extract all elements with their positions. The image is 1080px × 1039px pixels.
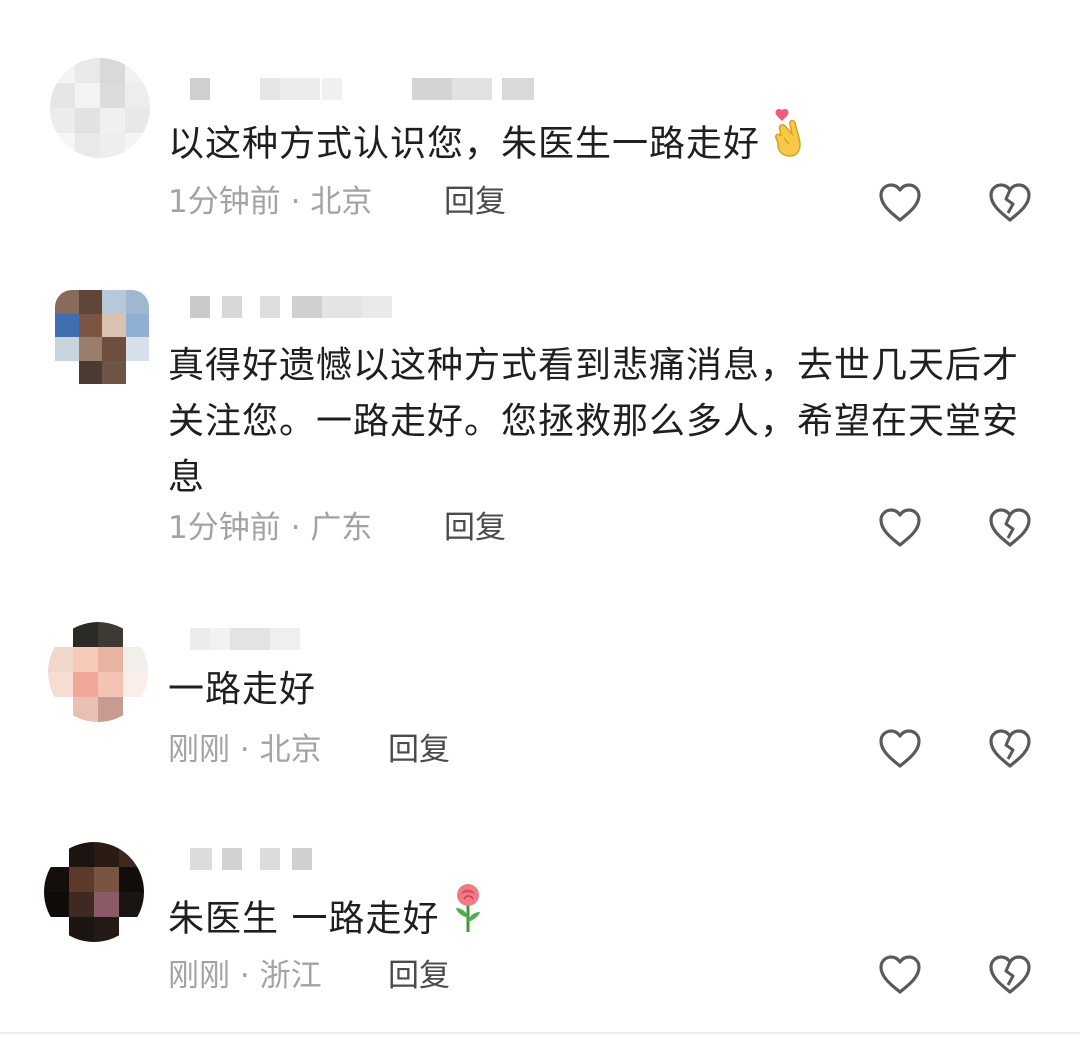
avatar[interactable] [55, 290, 149, 384]
broken-heart-outline-icon[interactable] [987, 180, 1033, 226]
broken-heart-outline-icon[interactable] [987, 952, 1033, 998]
avatar[interactable] [48, 622, 148, 722]
meta-separator: · [290, 184, 301, 220]
comment-text-content: 朱医生 一路走好 [168, 898, 440, 940]
comment-location: 广东 [310, 510, 373, 546]
comment-list: 以这种方式认识您，朱医生一路走好 1分钟前 · 北京 回复 真得好遗憾以这种方式… [0, 0, 1080, 1039]
comment-meta: 1分钟前 · 广东 [168, 506, 372, 550]
username-blurred[interactable] [182, 290, 542, 324]
meta-separator: · [239, 958, 250, 994]
heart-outline-icon[interactable] [877, 952, 923, 998]
comment-meta: 1分钟前 · 北京 [168, 180, 372, 224]
comment-text-content: 以这种方式认识您，朱医生一路走好 [168, 123, 761, 165]
comment-text-content: 一路走好 [168, 669, 317, 710]
avatar[interactable] [50, 58, 150, 158]
meta-separator: · [290, 510, 301, 546]
comment-meta: 刚刚 · 浙江 [168, 954, 322, 998]
comment-meta: 刚刚 · 北京 [168, 728, 322, 772]
broken-heart-outline-icon[interactable] [987, 726, 1033, 772]
comment-text-content: 真得好遗憾以这种方式看到悲痛消息，去世几天后才关注您。一路走好。您拯救那么多人，… [168, 345, 1020, 498]
heart-outline-icon[interactable] [877, 726, 923, 772]
comment-time: 1分钟前 [168, 184, 281, 220]
username-blurred[interactable] [182, 842, 542, 876]
comment-text: 以这种方式认识您，朱医生一路走好 [168, 108, 1028, 179]
username-blurred[interactable] [182, 622, 542, 656]
reply-button[interactable]: 回复 [444, 180, 506, 224]
reply-button[interactable]: 回复 [388, 954, 450, 998]
avatar[interactable] [44, 842, 144, 942]
comment-time: 1分钟前 [168, 510, 281, 546]
reply-button[interactable]: 回复 [388, 728, 450, 772]
broken-heart-outline-icon[interactable] [987, 505, 1033, 551]
heart-outline-icon[interactable] [877, 505, 923, 551]
rose-emoji [451, 882, 485, 951]
comment-text: 一路走好 [168, 662, 1028, 718]
comment-time: 刚刚 [168, 732, 230, 768]
comment-time: 刚刚 [168, 958, 230, 994]
comment-text: 朱医生 一路走好 [168, 884, 1028, 955]
finger-heart-emoji [772, 108, 810, 175]
reply-button[interactable]: 回复 [444, 506, 506, 550]
bottom-divider [0, 1032, 1080, 1034]
comment-location: 浙江 [259, 958, 322, 994]
comment-location: 北京 [310, 184, 373, 220]
username-blurred[interactable] [182, 72, 542, 106]
comment-location: 北京 [259, 732, 322, 768]
meta-separator: · [239, 732, 250, 768]
heart-outline-icon[interactable] [877, 180, 923, 226]
comment-text: 真得好遗憾以这种方式看到悲痛消息，去世几天后才关注您。一路走好。您拯救那么多人，… [168, 338, 1028, 506]
